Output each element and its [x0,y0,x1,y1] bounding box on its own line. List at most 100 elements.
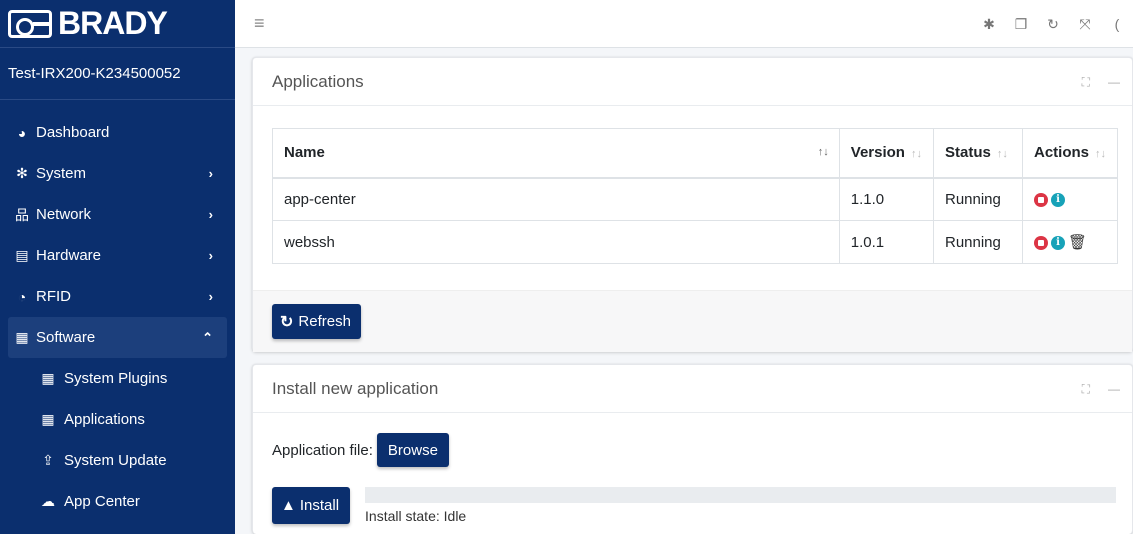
brady-logo-icon [8,9,52,38]
sidebar-item-applications[interactable]: ▦ Applications [8,399,227,440]
card-header: Install new application ⛶ — [253,365,1132,413]
card-tools: ⛶ — [1082,365,1120,413]
app-status-cell: Running [932,220,1023,264]
card-header: Applications ⛶ — [253,58,1132,106]
sidebar-item-system-update[interactable]: ⇪ System Update [8,440,227,481]
app-version-cell: 1.0.1 [838,220,934,264]
info-icon[interactable]: i [1050,192,1065,207]
card-footer: ↻ Refresh [253,290,1132,352]
sort-icon: ↑↓ [996,148,1008,161]
device-name: Test-IRX200-K234500052 [0,48,235,100]
refresh-icon: ↻ [280,313,294,331]
install-button[interactable]: ▲ Install [272,487,351,524]
sync-icon[interactable]: ↻ [1037,16,1069,33]
brand-logo[interactable]: BRADY [0,0,235,48]
sidebar-item-system-plugins[interactable]: ▦ System Plugins [8,358,227,399]
card-body: Application file: Browse ▲ Install Insta… [253,413,1132,524]
column-label: Actions [1033,144,1089,162]
install-row: ▲ Install Install state: Idle [272,487,1117,524]
chevron-right-icon: › [208,248,213,263]
sort-icon: ↑↓ [910,148,922,161]
sidebar-item-rfid[interactable]: ◔ RFID › [8,276,227,317]
chevron-right-icon: › [208,289,213,304]
plugins-icon: ▦ [41,370,55,386]
bug-icon[interactable]: ✱ [973,16,1005,33]
table-header-row: Name ↑↓ Version ↑↓ Status ↑↓ Actions ↑↓ [272,128,1119,179]
sort-icon: ↑↓ [1095,148,1106,161]
chevron-right-icon: › [208,207,213,222]
sidebar-item-label: Network [36,206,92,223]
maximize-icon[interactable]: ⛶ [1082,382,1090,397]
card-tools: ⛶ — [1082,58,1120,106]
sidebar-item-dashboard[interactable]: ◕ Dashboard [8,112,227,153]
copy-icon[interactable]: ❐ [1005,16,1037,33]
more-icon[interactable]: ( [1101,16,1133,32]
column-header-version[interactable]: Version ↑↓ [838,128,934,179]
rfid-icon: ◔ [17,288,27,305]
app-actions-cell: i 🗑 [1021,220,1119,264]
fullscreen-icon[interactable]: ⤧ [1069,16,1101,33]
file-upload-icon: ▲ [281,497,296,514]
column-header-status[interactable]: Status ↑↓ [932,128,1023,179]
applications-table: Name ↑↓ Version ↑↓ Status ↑↓ Actions ↑↓ [272,128,1119,264]
maximize-icon[interactable]: ⛶ [1082,75,1090,90]
top-bar: ≡ ✱ ❐ ↻ ⤧ ( [235,0,1133,48]
chevron-right-icon: › [208,166,213,181]
app-name-cell: app-center [272,177,840,221]
chevron-up-icon: ⌃ [202,329,213,345]
dashboard-icon: ◕ [17,124,27,141]
sidebar-item-label: RFID [36,288,71,305]
brand-name: BRADY [58,5,168,41]
column-label: Name [284,144,325,162]
sidebar: BRADY Test-IRX200-K234500052 ◕ Dashboard… [0,0,235,534]
top-bar-icons: ✱ ❐ ↻ ⤧ ( [973,0,1133,48]
upload-icon: ⇪ [42,452,54,468]
stop-icon[interactable] [1033,235,1048,250]
sidebar-item-label: System Plugins [64,370,168,387]
sidebar-item-network[interactable]: 品 Network › [8,194,227,235]
refresh-button[interactable]: ↻ Refresh [272,304,361,339]
chip-icon: ▤ [15,247,29,263]
table-row: app-center 1.1.0 Running i [272,177,1119,221]
browse-button[interactable]: Browse [376,433,449,467]
column-header-actions[interactable]: Actions ↑↓ [1021,128,1119,179]
sidebar-item-system[interactable]: ✻ System › [8,153,227,194]
stop-icon[interactable] [1033,192,1048,207]
card-title: Install new application [272,378,439,398]
sort-icon: ↑↓ [817,146,829,158]
install-application-card: Install new application ⛶ — Application … [252,364,1133,534]
card-title: Applications [272,71,364,91]
network-icon: 品 [15,206,29,223]
sidebar-item-label: System [36,165,87,182]
sidebar-item-software[interactable]: ▦ Software ⌃ [8,317,227,358]
collapse-icon[interactable]: — [1108,75,1120,89]
button-label: Refresh [298,313,351,330]
grid-icon: ▦ [41,411,55,427]
gear-icon: ✻ [16,165,28,181]
sidebar-item-label: Dashboard [36,124,110,141]
install-progress-wrap: Install state: Idle [365,487,1117,524]
column-label: Status [944,144,991,162]
hamburger-menu-icon[interactable]: ≡ [254,13,265,34]
sidebar-item-hardware[interactable]: ▤ Hardware › [8,235,227,276]
collapse-icon[interactable]: — [1108,382,1120,396]
info-icon[interactable]: i [1050,235,1065,250]
cloud-icon: ☁ [41,493,55,509]
sidebar-nav: ◕ Dashboard ✻ System › 品 Network › ▤ Har… [0,100,235,522]
app-status-cell: Running [932,177,1023,221]
app-version-cell: 1.1.0 [838,177,934,221]
table-row: webssh 1.0.1 Running i 🗑 [272,220,1119,264]
column-header-name[interactable]: Name ↑↓ [272,128,840,179]
sidebar-item-label: Applications [64,411,145,428]
sidebar-item-label: System Update [64,452,167,469]
applications-card: Applications ⛶ — Name ↑↓ Version ↑↓ Statu… [252,57,1133,352]
sidebar-item-label: Software [36,329,96,346]
sidebar-item-app-center[interactable]: ☁ App Center [8,481,227,522]
application-file-label: Application file: [272,441,373,459]
app-name-cell: webssh [272,220,840,264]
app-actions-cell: i [1021,177,1119,221]
card-body: Name ↑↓ Version ↑↓ Status ↑↓ Actions ↑↓ [253,106,1132,264]
sidebar-item-label: App Center [64,493,140,510]
trash-icon[interactable]: 🗑 [1068,235,1087,250]
install-state-text: Install state: Idle [365,508,467,524]
